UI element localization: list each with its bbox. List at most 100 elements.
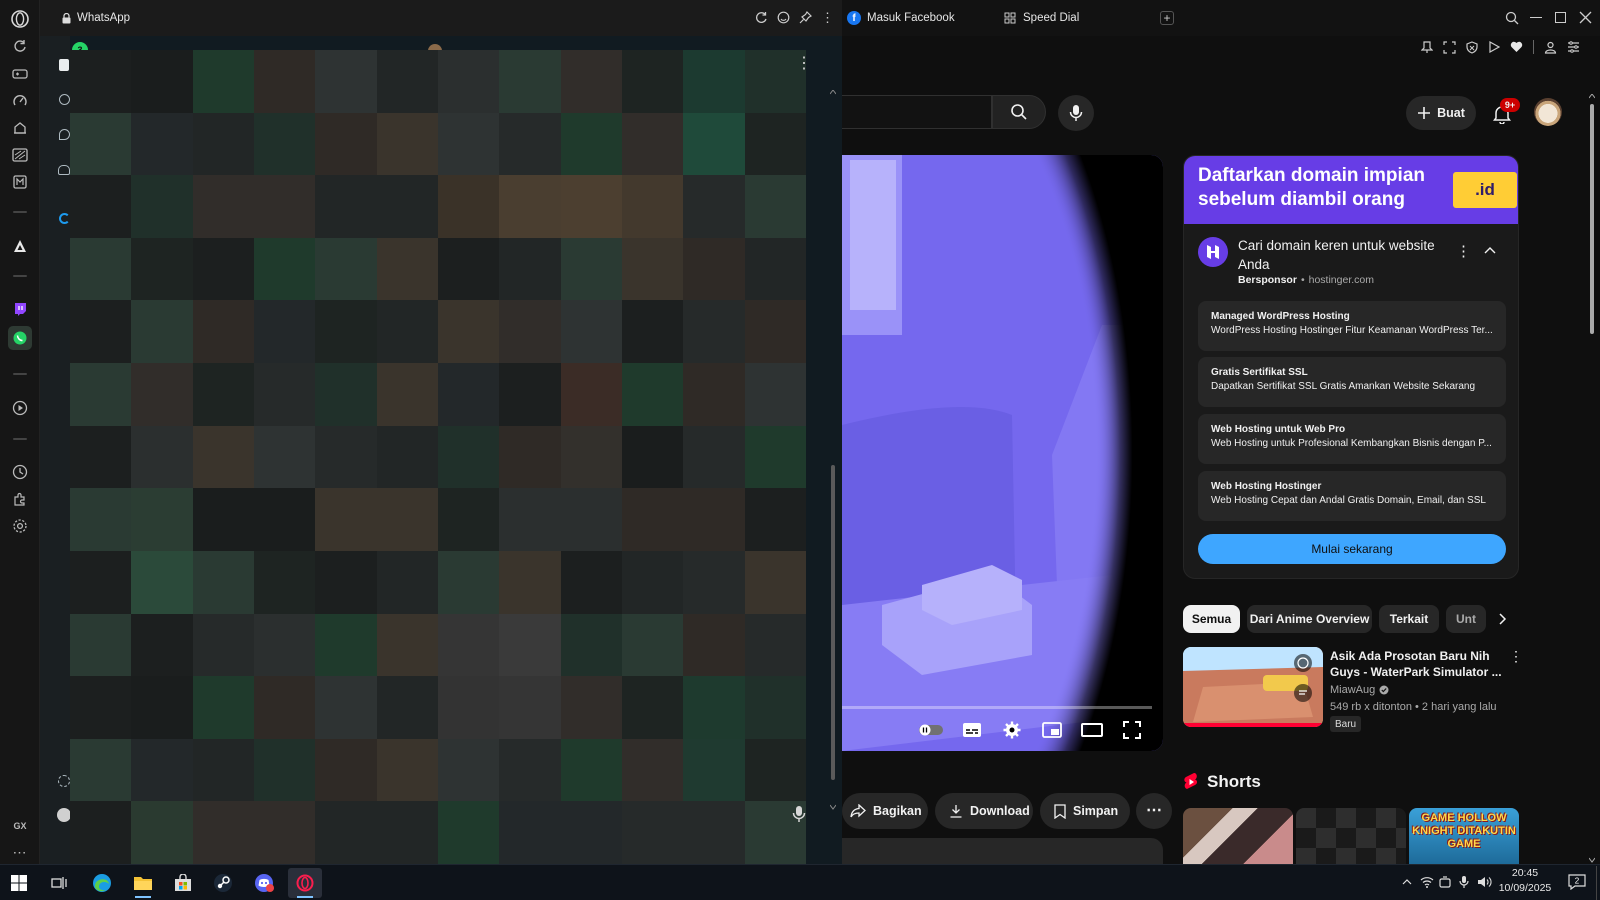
wa-settings-icon[interactable]	[58, 775, 70, 787]
steam-icon[interactable]	[206, 868, 240, 898]
notification-center-icon[interactable]: 2	[1567, 872, 1587, 892]
ad-menu-icon[interactable]: ⋮	[1456, 242, 1471, 260]
gx-label[interactable]: GX	[10, 816, 30, 836]
sidebar-refresh-icon[interactable]	[10, 36, 30, 56]
system-clock[interactable]: 20:45 10/09/2025	[1496, 866, 1554, 896]
description-box[interactable]	[842, 838, 1163, 864]
channels-icon[interactable]	[59, 129, 70, 140]
gx-cleaner-icon[interactable]	[10, 145, 30, 165]
more-icon[interactable]: ⋯	[10, 842, 30, 862]
microsoft-store-icon[interactable]	[166, 868, 200, 898]
video-menu-icon[interactable]: ⋮	[1509, 648, 1523, 665]
file-explorer-icon[interactable]	[126, 868, 160, 898]
whatsapp-sidebar-icon[interactable]	[8, 326, 32, 350]
voice-message-icon[interactable]	[792, 805, 808, 823]
settings-icon[interactable]	[10, 516, 30, 536]
collapse-chevron-icon[interactable]	[1484, 246, 1496, 254]
yt-search-input[interactable]	[842, 95, 992, 129]
pin-panel-icon[interactable]	[799, 11, 812, 24]
gx-controller-icon[interactable]	[10, 64, 30, 84]
windows-start-icon[interactable]	[2, 868, 36, 898]
network-icon[interactable]	[1419, 872, 1435, 892]
short-thumbnail[interactable]: GAME HOLLOW KNIGHT DITAKUTIN GAME	[1409, 808, 1519, 864]
volume-icon[interactable]	[1476, 872, 1492, 892]
microphone-tray-icon[interactable]	[1456, 872, 1472, 892]
twitch-icon[interactable]	[10, 299, 30, 319]
close-window-button[interactable]	[1579, 11, 1592, 24]
meta-ai-icon[interactable]	[59, 213, 70, 224]
create-button[interactable]: Buat	[1406, 96, 1476, 130]
short-thumbnail[interactable]	[1296, 808, 1406, 864]
ad-banner[interactable]: Daftarkan domain impian sebelum diambil …	[1184, 156, 1518, 224]
theater-mode-icon[interactable]	[1080, 720, 1104, 740]
opera-logo-icon[interactable]	[10, 9, 30, 29]
chip-all[interactable]: Semua	[1183, 605, 1240, 633]
history-icon[interactable]	[10, 462, 30, 482]
whatsapp-menu-icon[interactable]: ⋮	[796, 56, 812, 72]
chip-dari-anime-overview[interactable]: Dari Anime Overview	[1247, 605, 1372, 633]
sponsored-ad-card[interactable]: Daftarkan domain impian sebelum diambil …	[1183, 155, 1519, 579]
save-button[interactable]: Simpan	[1040, 793, 1130, 829]
miniplayer-icon[interactable]	[1040, 720, 1064, 740]
video-player[interactable]	[842, 155, 1163, 751]
show-hidden-icons-chevron[interactable]	[1399, 872, 1415, 892]
ad-sitelink[interactable]: Web Hosting untuk Web Pro Web Hosting un…	[1198, 414, 1506, 464]
profile-icon[interactable]	[1544, 41, 1557, 54]
task-view-icon[interactable]	[42, 868, 76, 898]
easy-setup-icon[interactable]	[1567, 41, 1580, 53]
play-icon[interactable]	[1488, 41, 1500, 53]
edge-browser-icon[interactable]	[85, 868, 119, 898]
snapshot-icon[interactable]	[1443, 40, 1456, 54]
ad-sitelink[interactable]: Gratis Sertifikat SSL Dapatkan Sertifika…	[1198, 357, 1506, 407]
tab-speed-dial[interactable]: Speed Dial	[1004, 6, 1124, 30]
settings-icon[interactable]	[1000, 720, 1024, 740]
status-icon[interactable]	[59, 94, 70, 105]
music-player-icon[interactable]	[10, 172, 30, 192]
tab-search-icon[interactable]	[1505, 11, 1519, 25]
communities-icon[interactable]	[58, 165, 70, 175]
ad-sitelink[interactable]: Managed WordPress Hosting WordPress Host…	[1198, 301, 1506, 351]
aria-ai-icon[interactable]	[10, 236, 30, 256]
emoji-icon[interactable]	[777, 11, 790, 24]
shield-icon[interactable]	[1466, 40, 1478, 54]
discord-icon[interactable]	[248, 868, 282, 898]
fullscreen-icon[interactable]	[1120, 720, 1144, 740]
short-thumbnail[interactable]	[1183, 808, 1293, 864]
panel-menu-icon[interactable]: ⋮	[821, 11, 834, 24]
opera-gx-taskbar-icon[interactable]	[288, 868, 322, 898]
channel-name[interactable]: MiawAug	[1330, 684, 1375, 696]
chips-next-button[interactable]	[1486, 605, 1520, 633]
chip-partial[interactable]: Unt	[1446, 605, 1486, 633]
whatsapp-scrollbar[interactable]	[830, 90, 836, 810]
maximize-button[interactable]	[1555, 12, 1566, 23]
pin-icon[interactable]	[1421, 40, 1433, 54]
more-actions-button[interactable]: ⋯	[1136, 793, 1172, 829]
heart-icon[interactable]	[1510, 41, 1523, 53]
download-button[interactable]: Download	[935, 793, 1033, 829]
autoplay-toggle[interactable]	[918, 720, 944, 740]
tab-masuk-facebook[interactable]: f Masuk Facebook	[847, 6, 967, 30]
video-progress-bar[interactable]	[842, 706, 1152, 709]
video-thumbnail[interactable]	[1183, 647, 1323, 727]
ad-cta-button[interactable]: Mulai sekarang	[1198, 534, 1506, 564]
reload-icon[interactable]	[755, 11, 768, 24]
security-icon[interactable]	[1437, 872, 1453, 892]
wa-profile-avatar[interactable]	[57, 808, 71, 822]
gx-corner-icon[interactable]	[10, 118, 30, 138]
avatar[interactable]	[1534, 98, 1562, 126]
chip-related[interactable]: Terkait	[1379, 605, 1439, 633]
page-scrollbar[interactable]	[1589, 94, 1595, 864]
ad-sitelink[interactable]: Web Hosting Hostinger Web Hosting Cepat …	[1198, 471, 1506, 521]
minimize-button[interactable]	[1530, 17, 1542, 18]
video-title[interactable]: Asik Ada Prosotan Baru Nih Guys - WaterP…	[1330, 648, 1502, 680]
share-button[interactable]: Bagikan	[842, 793, 928, 829]
chats-icon[interactable]	[59, 59, 69, 71]
extensions-icon[interactable]	[10, 489, 30, 509]
subtitles-icon[interactable]	[960, 720, 984, 740]
voice-search-button[interactable]	[1058, 95, 1094, 131]
new-tab-button[interactable]: +	[1160, 11, 1174, 25]
yt-search-button[interactable]	[992, 95, 1046, 129]
player-icon[interactable]	[10, 398, 30, 418]
speed-limiter-icon[interactable]	[10, 91, 30, 111]
show-desktop-button[interactable]	[1596, 866, 1600, 900]
